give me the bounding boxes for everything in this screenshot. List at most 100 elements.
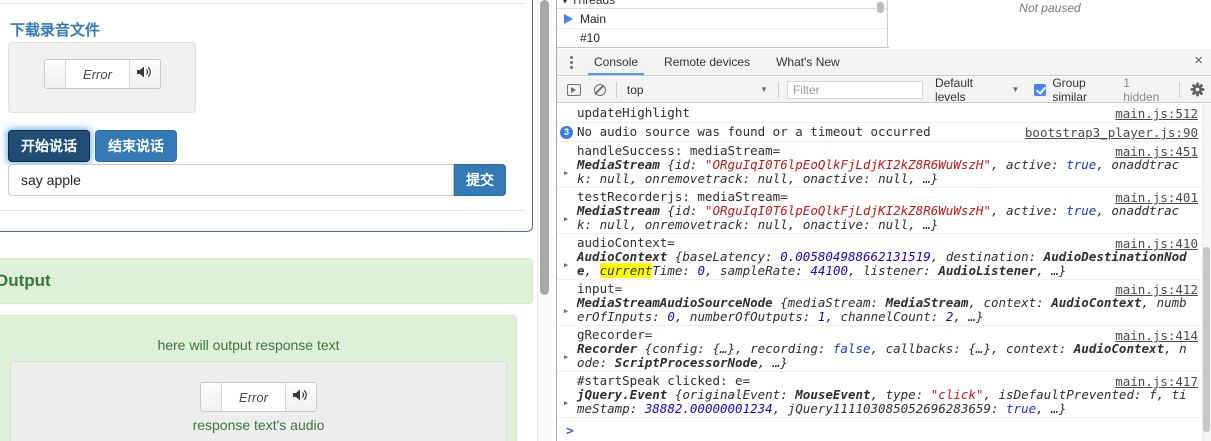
console-token: , bbox=[787, 216, 803, 232]
context-selector-value: top bbox=[626, 82, 644, 97]
console-token: : bbox=[802, 308, 818, 324]
console-source-link[interactable]: main.js:512 bbox=[1115, 106, 1198, 121]
object-expander-icon[interactable]: ▶ bbox=[564, 305, 568, 319]
console-source-link[interactable]: main.js:451 bbox=[1115, 144, 1198, 159]
console-filter-input[interactable] bbox=[786, 80, 923, 99]
console-message-text: gRecorder= bbox=[577, 327, 653, 342]
console-token: , bbox=[629, 170, 645, 186]
toolbar-separator bbox=[1179, 81, 1181, 98]
console-token: sampleRate bbox=[720, 262, 796, 278]
tab-console[interactable]: Console bbox=[588, 49, 645, 75]
audio-volume-button[interactable] bbox=[129, 60, 160, 88]
response-audio-caption: response text's audio bbox=[192, 417, 325, 433]
tab-remote-devices[interactable]: Remote devices bbox=[658, 49, 756, 75]
repeat-count-badge: 3 bbox=[560, 126, 573, 139]
console-token: : bbox=[584, 216, 600, 232]
console-token: : bbox=[629, 400, 645, 416]
console-token: , bbox=[1164, 341, 1180, 356]
group-similar-label: Group similar bbox=[1052, 75, 1087, 104]
tab-whats-new[interactable]: What's New bbox=[770, 49, 846, 75]
console-toolbar: top ▼ Default levels ▼ Group similar 1 h… bbox=[557, 75, 1211, 104]
kebab-menu-icon[interactable] bbox=[570, 55, 574, 69]
console-token: , …} bbox=[1036, 400, 1067, 416]
object-expander-icon[interactable]: ▶ bbox=[564, 351, 568, 365]
object-expander-icon[interactable]: ▶ bbox=[564, 397, 568, 411]
threads-pane: ▾ Threads Main #10 bbox=[557, 0, 888, 48]
response-placeholder-text: here will output response text bbox=[157, 337, 340, 353]
stop-speaking-button[interactable]: 结束说话 bbox=[95, 130, 177, 162]
console-message-text: handleSuccess: mediaStream= bbox=[577, 143, 781, 158]
console-row: gRecorder= ▶ Recorder {config: {…}, record… bbox=[557, 326, 1211, 372]
page-scrollbar-thumb[interactable] bbox=[540, 0, 549, 295]
object-preview: ▶ jQuery.Event {originalEvent: MouseEvent… bbox=[564, 388, 1187, 416]
console-token: , bbox=[629, 216, 645, 232]
console-token: : bbox=[863, 170, 879, 186]
clear-console-icon[interactable] bbox=[593, 83, 606, 96]
log-levels-dropdown[interactable]: Default levels ▼ bbox=[935, 76, 1019, 104]
console-row: updateHighlight main.js:512 bbox=[557, 104, 1211, 123]
thread-label: #10 bbox=[580, 31, 601, 45]
audio-play-button[interactable] bbox=[201, 383, 222, 411]
thread-item-10[interactable]: #10 bbox=[557, 29, 887, 47]
divider bbox=[0, 210, 524, 211]
console-token: null bbox=[599, 216, 630, 232]
console-source-link[interactable]: main.js:412 bbox=[1115, 282, 1198, 297]
console-token: AudioContext bbox=[1073, 341, 1165, 356]
console-token: , …} bbox=[908, 216, 939, 232]
console-source-link[interactable]: main.js:401 bbox=[1115, 190, 1198, 205]
gear-icon[interactable] bbox=[1190, 82, 1205, 97]
console-row: input= ▶ MediaStreamAudioSourceNode {media… bbox=[557, 280, 1211, 326]
console-token: , bbox=[584, 262, 600, 278]
submit-button[interactable]: 提交 bbox=[454, 164, 506, 196]
execution-context-selector[interactable]: top ▼ bbox=[627, 83, 768, 97]
console-token: null bbox=[599, 170, 630, 186]
close-icon[interactable]: × bbox=[1194, 52, 1203, 69]
console-token: 0 bbox=[697, 262, 705, 278]
console-prompt[interactable]: > bbox=[557, 418, 1211, 439]
chevron-down-icon: ▼ bbox=[760, 85, 768, 94]
console-token: : bbox=[863, 216, 879, 232]
group-similar-checkbox[interactable] bbox=[1034, 83, 1047, 96]
console-token: , bbox=[848, 262, 864, 278]
console-sidebar-toggle-icon[interactable] bbox=[567, 83, 581, 96]
console-message-text: updateHighlight bbox=[577, 105, 690, 120]
console-token: AudioContext bbox=[1051, 295, 1142, 310]
console-token: , bbox=[674, 308, 690, 324]
threads-scrollbar-thumb[interactable] bbox=[877, 2, 884, 13]
audio-status-label: Error bbox=[222, 383, 285, 411]
threads-expander-icon: ▾ bbox=[562, 0, 569, 7]
console-token: null bbox=[878, 216, 909, 232]
thread-item-main[interactable]: Main bbox=[557, 9, 887, 29]
object-expander-icon[interactable]: ▶ bbox=[564, 167, 568, 181]
debugger-status-pane: Not paused bbox=[889, 0, 1211, 48]
console-source-link[interactable]: bootstrap3_player.js:90 bbox=[1025, 125, 1198, 140]
console-token: : bbox=[923, 262, 939, 278]
object-expander-icon[interactable]: ▶ bbox=[564, 213, 568, 227]
console-source-link[interactable]: main.js:414 bbox=[1115, 328, 1198, 343]
console-token: channelCount bbox=[840, 308, 931, 324]
recording-player-wrapper: Error bbox=[8, 42, 196, 113]
console-token: ScriptProcessorNode bbox=[614, 354, 758, 370]
console-token: AudioListener bbox=[938, 262, 1037, 278]
audio-volume-button[interactable] bbox=[285, 383, 316, 411]
object-preview: ▶ AudioContext {baseLatency: 0.0058049886… bbox=[564, 250, 1187, 278]
console-source-link[interactable]: main.js:417 bbox=[1115, 374, 1198, 389]
audio-play-button[interactable] bbox=[45, 60, 66, 88]
console-message-text: testRecorderjs: mediaStream= bbox=[577, 189, 788, 204]
start-speaking-button[interactable]: 开始说话 bbox=[8, 130, 90, 162]
threads-section-header[interactable]: ▾ Threads bbox=[557, 0, 887, 9]
hidden-messages-count[interactable]: 1 hidden bbox=[1123, 76, 1169, 104]
console-row: #startSpeak clicked: e= ▶ jQuery.Event {or… bbox=[557, 372, 1211, 418]
console-source-link[interactable]: main.js:410 bbox=[1115, 236, 1198, 251]
object-expander-icon[interactable]: ▶ bbox=[564, 259, 568, 273]
console-token: , …} bbox=[757, 354, 788, 370]
console-token: onremovetrack bbox=[644, 170, 743, 186]
console-token: numberOfOutputs bbox=[689, 308, 803, 324]
download-recording-link[interactable]: 下载录音文件 bbox=[10, 19, 100, 40]
console-token: : bbox=[1036, 295, 1052, 310]
speech-text-input[interactable] bbox=[8, 164, 454, 196]
console-scrollbar-thumb[interactable] bbox=[1203, 247, 1210, 432]
object-preview: ▶ MediaStream {id: "ORguIqI0T6lpEoQlkFjLd… bbox=[564, 158, 1187, 186]
chevron-down-icon: ▼ bbox=[1011, 85, 1020, 94]
console-token: true bbox=[1066, 203, 1097, 218]
